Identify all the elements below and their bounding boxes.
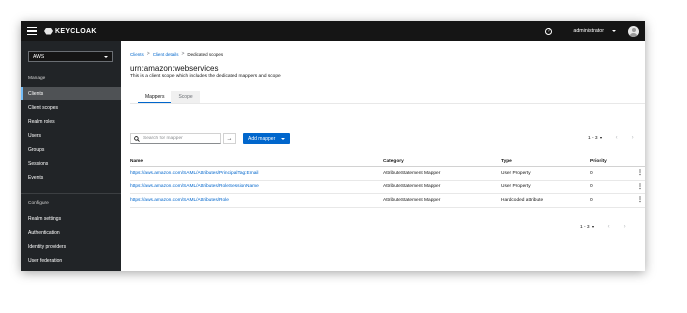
table-toolbar — [121, 107, 645, 135]
column-header-priority[interactable]: Priority — [590, 159, 635, 164]
sidebar-item-realm-settings[interactable]: Realm settings — [21, 212, 121, 225]
table-row: https://aws.amazon.com/SAML/Attributes/R… — [130, 181, 645, 194]
realm-selector[interactable]: AWS — [28, 51, 113, 62]
table-header-row: Name Category Type Priority — [130, 157, 645, 167]
sidebar-item-client-scopes[interactable]: Client scopes — [21, 101, 121, 114]
kebab-menu-icon[interactable]: ⋮ — [635, 197, 645, 203]
pagination-range: 1 - 3 — [580, 224, 590, 230]
next-page-icon[interactable]: › — [632, 135, 634, 141]
mapper-type: Hardcoded attribute — [501, 197, 544, 203]
add-mapper-button[interactable]: Add mapper — [243, 133, 291, 144]
breadcrumb: Clients > Client details > Dedicated sco… — [130, 51, 223, 57]
mapper-priority: 0 — [590, 170, 593, 176]
sidebar-item-users[interactable]: Users — [21, 129, 121, 142]
nav-group-title-configure: Configure — [28, 201, 49, 206]
sidebar-item-label: Users — [28, 132, 42, 139]
sidebar-item-label: Identity providers — [28, 243, 67, 250]
search-icon — [134, 135, 140, 142]
mapper-priority: 0 — [590, 184, 593, 190]
pagination-range-toggle[interactable]: 1 - 3 — [580, 225, 594, 230]
tab-mappers[interactable]: Mappers — [138, 91, 172, 103]
sidebar-item-label: Realm settings — [28, 215, 62, 222]
masthead-tools: ? administrator — [545, 21, 645, 41]
sidebar-item-sessions[interactable]: Sessions — [21, 157, 121, 170]
caret-down-icon — [591, 226, 594, 228]
caret-down-icon — [281, 137, 286, 140]
pagination-top: 1 - 3 ‹ › — [588, 135, 634, 141]
avatar[interactable] — [628, 25, 639, 37]
sidebar: AWS Manage Clients Client scopes Realm r… — [21, 41, 121, 271]
sidebar-item-clients[interactable]: Clients — [21, 87, 121, 100]
sidebar-item-label: Events — [28, 174, 44, 181]
main-content: Clients > Client details > Dedicated sco… — [121, 41, 645, 271]
caret-down-icon — [599, 137, 602, 139]
user-name: administrator — [573, 28, 604, 34]
mapper-name-link[interactable]: https://aws.amazon.com/SAML/Attributes/R… — [130, 184, 259, 189]
column-header-category[interactable]: Category — [383, 159, 501, 164]
breadcrumb-current: Dedicated scopes — [187, 51, 224, 57]
sidebar-item-events[interactable]: Events — [21, 171, 121, 184]
mapper-category: AttributeStatement Mapper — [383, 197, 441, 203]
pagination-bottom: 1 - 3 ‹ › — [580, 224, 626, 230]
prev-page-icon[interactable]: ‹ — [616, 135, 618, 141]
keycloak-logo[interactable]: KEYCLOAK — [44, 27, 97, 35]
table-row: https://aws.amazon.com/SAML/Attributes/P… — [130, 167, 645, 181]
sidebar-item-groups[interactable]: Groups — [21, 143, 121, 156]
search-submit-arrow-icon[interactable]: → — [223, 133, 236, 144]
masthead: KEYCLOAK ? administrator — [21, 21, 645, 41]
sidebar-item-authentication[interactable]: Authentication — [21, 226, 121, 239]
logo-text: KEYCLOAK — [55, 27, 97, 35]
sidebar-item-label: Clients — [28, 90, 44, 97]
next-page-icon[interactable]: › — [624, 224, 626, 230]
add-mapper-label: Add mapper — [248, 135, 276, 142]
sidebar-item-identity-providers[interactable]: Identity providers — [21, 240, 121, 253]
nav-group-title-manage: Manage — [28, 76, 46, 81]
realm-selector-value: AWS — [33, 53, 45, 60]
hamburger-menu-icon[interactable] — [27, 26, 37, 36]
mapper-name-link[interactable]: https://aws.amazon.com/SAML/Attributes/P… — [130, 171, 259, 176]
mapper-priority: 0 — [590, 197, 593, 203]
keycloak-logo-icon — [44, 27, 53, 35]
sidebar-item-label: Client scopes — [28, 104, 59, 111]
breadcrumb-separator-icon: > — [181, 51, 185, 57]
mapper-type: User Property — [501, 170, 531, 176]
breadcrumb-separator-icon: > — [146, 51, 150, 57]
nav-divider — [21, 193, 121, 194]
page-description: This is a client scope which includes th… — [130, 74, 281, 79]
sidebar-item-user-federation[interactable]: User federation — [21, 254, 121, 267]
tab-bar: Mappers Scope — [138, 91, 200, 103]
breadcrumb-link-clients[interactable]: Clients — [130, 52, 144, 57]
page-title: urn:amazon:webservices — [130, 64, 219, 73]
mapper-category: AttributeStatement Mapper — [383, 170, 441, 176]
user-menu-toggle[interactable]: administrator — [573, 28, 616, 34]
column-header-type[interactable]: Type — [501, 159, 590, 164]
sidebar-item-label: User federation — [28, 257, 63, 264]
mapper-category: AttributeStatement Mapper — [383, 184, 441, 190]
prev-page-icon[interactable]: ‹ — [608, 224, 610, 230]
search-field[interactable] — [130, 133, 221, 144]
sidebar-item-label: Groups — [28, 146, 45, 153]
caret-down-icon — [104, 56, 108, 58]
sidebar-item-realm-roles[interactable]: Realm roles — [21, 115, 121, 128]
tab-divider — [130, 103, 645, 104]
mapper-type: User Property — [501, 184, 531, 190]
pagination-range: 1 - 3 — [588, 135, 598, 141]
kebab-menu-icon[interactable]: ⋮ — [635, 184, 645, 190]
sidebar-item-label: Sessions — [28, 160, 49, 167]
table-row: https://aws.amazon.com/SAML/Attributes/R… — [130, 194, 645, 208]
mappers-table: Name Category Type Priority https://aws.… — [130, 157, 645, 208]
mapper-name-link[interactable]: https://aws.amazon.com/SAML/Attributes/R… — [130, 198, 229, 203]
sidebar-item-label: Realm roles — [28, 118, 55, 125]
kebab-menu-icon[interactable]: ⋮ — [635, 170, 645, 176]
app-window: KEYCLOAK ? administrator AWS Manage Clie… — [21, 21, 645, 271]
caret-down-icon — [612, 30, 616, 32]
tab-scope[interactable]: Scope — [171, 91, 200, 103]
search-input[interactable] — [143, 136, 213, 141]
column-header-name[interactable]: Name — [130, 159, 383, 164]
breadcrumb-link-client-details[interactable]: Client details — [153, 52, 179, 57]
help-circle-icon[interactable]: ? — [545, 27, 553, 35]
pagination-range-toggle[interactable]: 1 - 3 — [588, 136, 602, 141]
sidebar-item-label: Authentication — [28, 229, 60, 236]
